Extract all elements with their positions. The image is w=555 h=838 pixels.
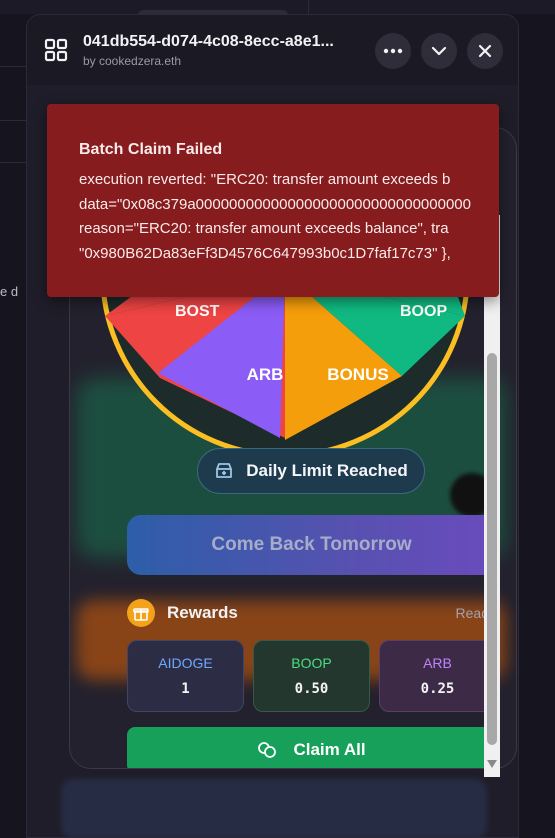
- reward-value: 0.25: [420, 681, 455, 697]
- error-toast[interactable]: Batch Claim Failed execution reverted: "…: [47, 104, 499, 297]
- claim-all-label: Claim All: [293, 740, 366, 759]
- background-divider: [308, 0, 309, 14]
- toast-message-line: "0x980B62Da83eFf3D4576C647993b0c1D7faf17…: [79, 245, 451, 262]
- claim-all-button[interactable]: Claim All: [127, 727, 496, 768]
- panel-scrollbar[interactable]: [481, 215, 503, 777]
- wheel-label-arb: ARB: [247, 365, 284, 384]
- close-icon: [478, 44, 492, 58]
- daily-limit-badge: Daily Limit Reached: [197, 448, 425, 494]
- background-divider: [0, 120, 26, 121]
- toast-message-line: data="0x08c379a0000000000000000000000000…: [79, 196, 471, 213]
- chevron-down-icon: [431, 46, 447, 56]
- blurred-background-card: [61, 779, 487, 837]
- reward-name: ARB: [423, 655, 452, 671]
- window-titlebar: 041db554-d074-4c08-8ecc-a8e1... by cooke…: [27, 15, 518, 85]
- wheel-label-bost: BOST: [175, 303, 220, 320]
- toast-message-line: execution reverted: "ERC20: transfer amo…: [79, 171, 451, 188]
- ellipsis-icon: [383, 48, 403, 54]
- close-button[interactable]: [467, 33, 503, 69]
- background-divider: [0, 162, 26, 163]
- gift-icon: [127, 599, 155, 627]
- app-grid-icon: [43, 37, 69, 63]
- reward-value: 0.50: [294, 681, 329, 697]
- rewards-header: Rewards Ready: [127, 598, 496, 628]
- wheel-label-bonus: BONUS: [327, 365, 388, 384]
- reward-tile-aidoge: AIDOGE 1: [127, 640, 244, 712]
- spin-limit-icon: [216, 463, 233, 478]
- reward-tile-boop: BOOP 0.50: [253, 640, 370, 712]
- reward-tile-arb: ARB 0.25: [379, 640, 496, 712]
- toast-title: Batch Claim Failed: [79, 141, 223, 158]
- reward-name: BOOP: [291, 655, 332, 671]
- collapse-button[interactable]: [421, 33, 457, 69]
- background-divider: [0, 66, 26, 67]
- reward-name: AIDOGE: [158, 655, 213, 671]
- toast-message-line: reason="ERC20: transfer amount exceeds b…: [79, 220, 449, 237]
- rewards-title: Rewards: [167, 603, 238, 622]
- scroll-down-arrow-icon[interactable]: [486, 759, 498, 769]
- wheel-label-boop: BOOP: [400, 303, 447, 320]
- window-title: 041db554-d074-4c08-8ecc-a8e1...: [83, 32, 334, 50]
- window-subtitle: by cookedzera.eth: [83, 53, 182, 68]
- background-text: e d: [0, 284, 19, 299]
- daily-limit-label: Daily Limit Reached: [246, 461, 408, 480]
- coins-icon: [258, 742, 277, 758]
- more-options-button[interactable]: [375, 33, 411, 69]
- scrollbar-thumb[interactable]: [487, 353, 497, 745]
- come-back-tomorrow-button[interactable]: Come Back Tomorrow: [127, 515, 496, 575]
- reward-value: 1: [181, 681, 190, 697]
